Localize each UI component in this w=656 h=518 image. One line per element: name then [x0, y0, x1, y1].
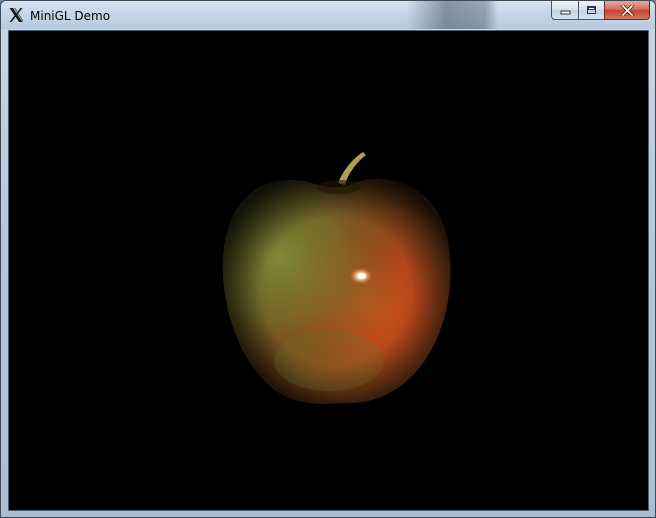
app-window: MiniGL Demo — [0, 0, 656, 518]
close-icon — [620, 4, 634, 16]
apple — [222, 178, 451, 404]
close-button[interactable] — [604, 1, 650, 20]
minimize-button[interactable] — [551, 1, 578, 20]
opengl-viewport[interactable] — [8, 30, 649, 511]
caption-buttons — [551, 1, 650, 20]
minimize-icon — [560, 10, 570, 14]
title-bar[interactable]: MiniGL Demo — [1, 1, 655, 29]
maximize-button[interactable] — [578, 1, 604, 20]
rendered-scene — [9, 31, 648, 510]
x-window-icon[interactable] — [8, 7, 24, 23]
maximize-icon — [587, 6, 596, 14]
window-title: MiniGL Demo — [30, 9, 111, 23]
